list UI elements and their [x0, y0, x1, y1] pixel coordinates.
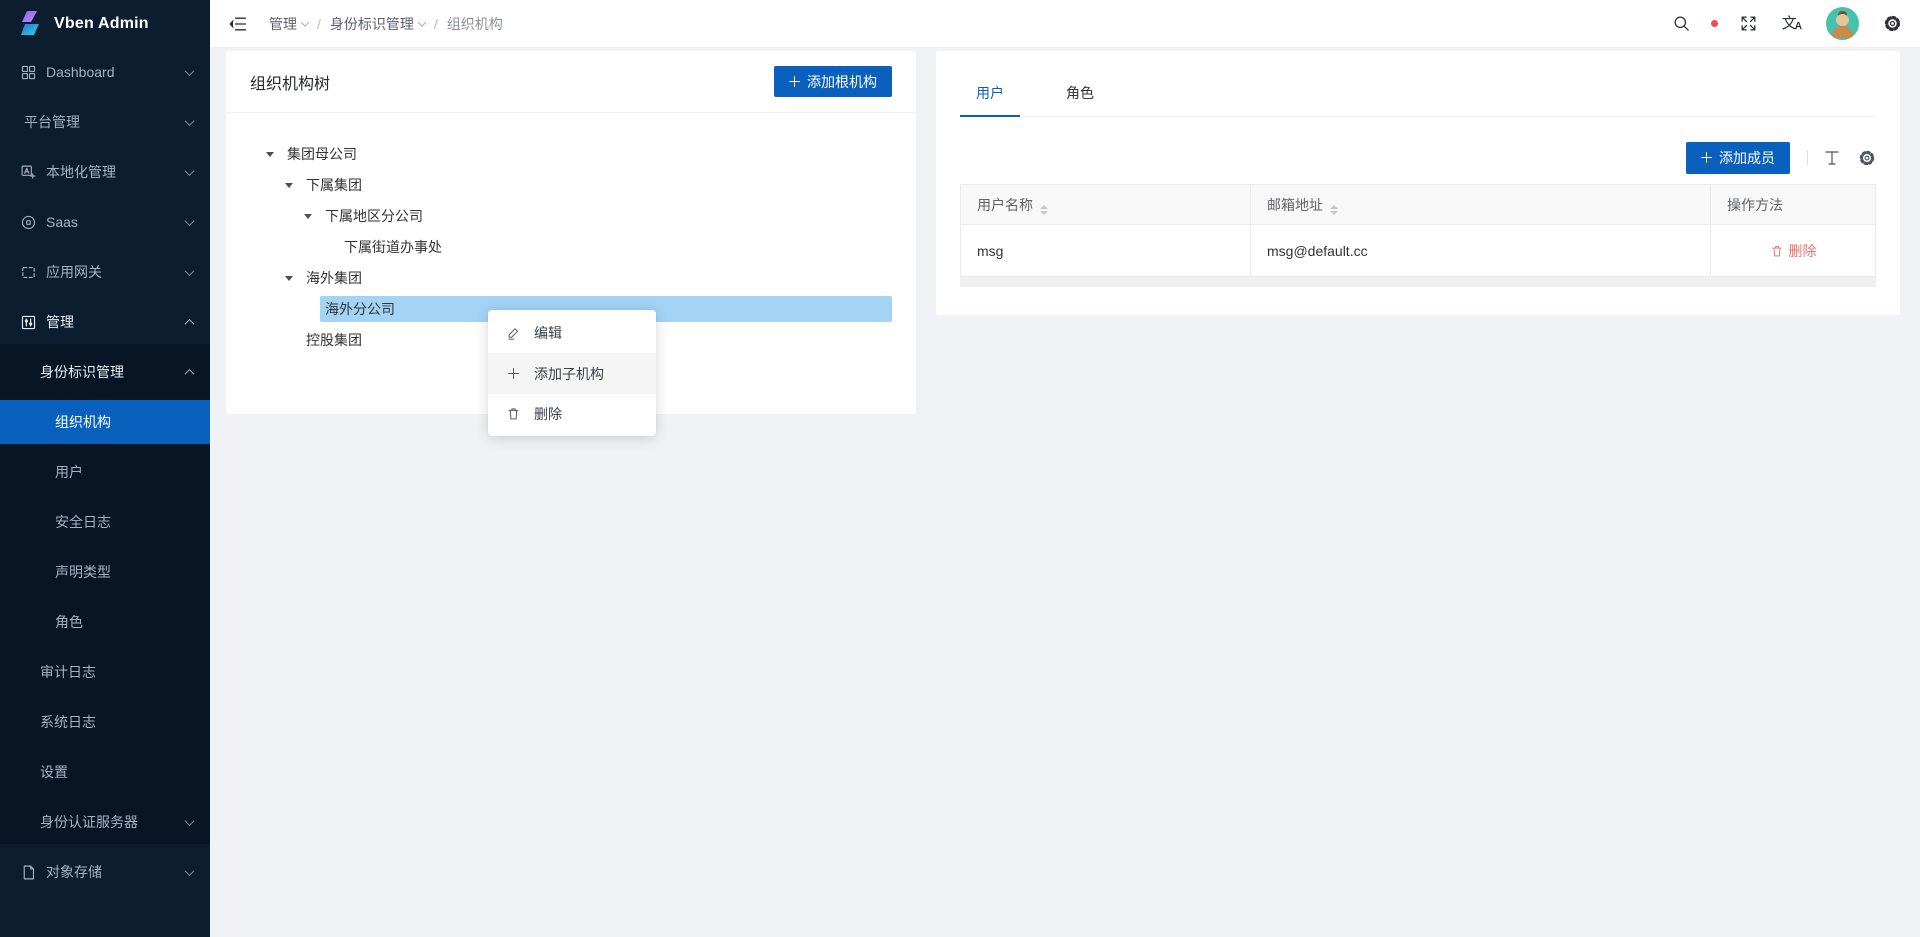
logo-icon [17, 9, 45, 40]
chevron-up-icon [185, 318, 195, 328]
sidebar: Vben Admin Dashboard 平台管理 本地化管理 Saas 应用网… [0, 0, 210, 937]
breadcrumb-separator: / [317, 16, 321, 32]
header-actions: 文A [1672, 7, 1902, 40]
tree-context-menu: 编辑 添加子机构 删除 [488, 310, 656, 436]
breadcrumb-item-management[interactable]: 管理 [269, 14, 308, 34]
sort-icon[interactable] [1330, 205, 1338, 215]
chevron-down-icon [185, 166, 195, 176]
delete-member-button[interactable]: 删除 [1770, 241, 1817, 261]
toolbar-divider [1807, 150, 1808, 165]
breadcrumb: 管理 / 身份标识管理 / 组织机构 [269, 14, 503, 34]
chevron-down-icon [185, 266, 195, 276]
trash-icon [506, 406, 521, 421]
sidebar-item-object-storage[interactable]: 对象存储 [0, 850, 210, 894]
members-card: 用户 角色 添加成员 用户名称 邮箱地址 [936, 51, 1900, 315]
dashboard-icon [20, 64, 37, 81]
plus-icon [789, 76, 800, 87]
sidebar-menu: Dashboard 平台管理 本地化管理 Saas 应用网关 管理 [0, 48, 210, 894]
chevron-down-icon [185, 66, 195, 76]
chevron-down-icon [185, 216, 195, 226]
sidebar-item-roles[interactable]: 角色 [0, 600, 210, 644]
row-height-icon[interactable] [1823, 149, 1841, 167]
sidebar-item-localization[interactable]: 本地化管理 [0, 150, 210, 194]
chevron-down-icon [185, 116, 195, 126]
table-row: msg msg@default.cc 删除 [961, 225, 1876, 277]
plus-icon [1701, 152, 1712, 163]
table-toolbar: 添加成员 [960, 117, 1876, 184]
tree-node-street-office[interactable]: 下属街道办事处 [250, 234, 892, 260]
sidebar-item-system-log[interactable]: 系统日志 [0, 700, 210, 744]
chevron-down-icon [418, 18, 426, 26]
add-member-button[interactable]: 添加成员 [1686, 142, 1790, 174]
sidebar-item-security-log[interactable]: 安全日志 [0, 500, 210, 544]
edit-icon [506, 326, 521, 341]
sidebar-item-identity-mgmt[interactable]: 身份标识管理 [0, 350, 210, 394]
org-tree-header: 组织机构树 添加根机构 [226, 51, 916, 113]
sidebar-item-claim-types[interactable]: 声明类型 [0, 550, 210, 594]
sidebar-item-settings[interactable]: 设置 [0, 750, 210, 794]
cell-username: msg [961, 225, 1251, 277]
plus-icon [506, 366, 521, 381]
tab-users[interactable]: 用户 [960, 51, 1020, 116]
chevron-down-icon [301, 18, 309, 26]
sidebar-item-saas[interactable]: Saas [0, 200, 210, 244]
column-header-username[interactable]: 用户名称 [961, 185, 1251, 225]
context-menu-edit[interactable]: 编辑 [488, 313, 656, 353]
settings-gear-icon[interactable] [1883, 14, 1902, 33]
sidebar-item-identity-server[interactable]: 身份认证服务器 [0, 800, 210, 844]
tree-node-group-parent[interactable]: 集团母公司 [250, 141, 892, 167]
notification-dot [1711, 20, 1718, 27]
org-tree-title: 组织机构树 [250, 70, 330, 94]
table-header-row: 用户名称 邮箱地址 操作方法 [961, 185, 1876, 225]
tree-node-regional-branch[interactable]: 下属地区分公司 [250, 203, 892, 229]
sidebar-item-management[interactable]: 管理 [0, 300, 210, 344]
tree-node-sub-group[interactable]: 下属集团 [250, 172, 892, 198]
context-menu-delete[interactable]: 删除 [488, 393, 656, 433]
table-scrollbar-track[interactable] [960, 277, 1876, 287]
tabs: 用户 角色 [960, 51, 1876, 117]
column-header-email[interactable]: 邮箱地址 [1251, 185, 1711, 225]
sidebar-item-users[interactable]: 用户 [0, 450, 210, 494]
translate-icon[interactable]: 文A [1782, 16, 1802, 32]
add-root-org-button[interactable]: 添加根机构 [774, 66, 892, 97]
saas-icon [20, 214, 37, 231]
breadcrumb-separator: / [434, 16, 438, 32]
app-title: Vben Admin [54, 15, 149, 33]
breadcrumb-item-identity-mgmt[interactable]: 身份标识管理 [330, 14, 425, 34]
storage-icon [20, 864, 37, 881]
chevron-down-icon [185, 816, 195, 826]
sidebar-item-dashboard[interactable]: Dashboard [0, 50, 210, 94]
chevron-down-icon [185, 866, 195, 876]
gateway-icon [20, 264, 37, 281]
locale-icon [20, 164, 37, 181]
sidebar-item-audit-log[interactable]: 审计日志 [0, 650, 210, 694]
menu-fold-icon[interactable] [228, 14, 248, 34]
caret-down-icon[interactable] [258, 142, 282, 166]
avatar[interactable] [1826, 7, 1859, 40]
context-menu-add-child-org[interactable]: 添加子机构 [488, 353, 656, 393]
chevron-up-icon [185, 368, 195, 378]
caret-down-icon[interactable] [277, 266, 301, 290]
cell-email: msg@default.cc [1251, 225, 1711, 277]
cell-actions: 删除 [1711, 225, 1876, 277]
search-icon[interactable] [1672, 14, 1691, 33]
tree-node-overseas-group[interactable]: 海外集团 [250, 265, 892, 291]
caret-down-icon[interactable] [277, 173, 301, 197]
fullscreen-icon[interactable] [1739, 14, 1758, 33]
sort-icon[interactable] [1040, 205, 1048, 215]
app-logo[interactable]: Vben Admin [0, 0, 210, 48]
members-table: 用户名称 邮箱地址 操作方法 msg msg@default.cc [960, 184, 1876, 277]
sidebar-item-platform[interactable]: 平台管理 [0, 100, 210, 144]
breadcrumb-item-organization: 组织机构 [447, 14, 503, 34]
top-header: 管理 / 身份标识管理 / 组织机构 文A [210, 0, 1920, 48]
caret-down-icon[interactable] [296, 204, 320, 228]
sidebar-item-organization[interactable]: 组织机构 [0, 400, 210, 444]
manage-icon [20, 314, 37, 331]
tab-roles[interactable]: 角色 [1050, 51, 1110, 116]
trash-icon [1770, 244, 1784, 258]
sidebar-submenu-management: 身份标识管理 组织机构 用户 安全日志 声明类型 角色 审计日志 系统日志 [0, 344, 210, 844]
table-settings-gear-icon[interactable] [1858, 149, 1876, 167]
column-header-actions: 操作方法 [1711, 185, 1876, 225]
sidebar-item-gateway[interactable]: 应用网关 [0, 250, 210, 294]
